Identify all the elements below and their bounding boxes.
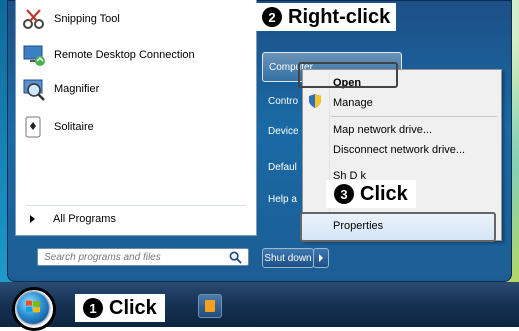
magnifier-icon <box>23 79 45 101</box>
callout-text: Click <box>109 296 157 319</box>
all-programs-button[interactable]: All Programs <box>30 213 116 225</box>
callout-step-1: 1 Click <box>75 294 165 322</box>
properties-label: Properties <box>333 220 384 232</box>
step-number: 2 <box>262 7 282 27</box>
program-solitaire[interactable]: Solitaire <box>22 112 250 142</box>
all-programs-label: All Programs <box>53 213 116 225</box>
search-placeholder: Search programs and files <box>44 251 161 263</box>
right-pane-label: Defaul <box>268 161 297 173</box>
taskbar-app-button[interactable] <box>198 294 222 318</box>
open-highlight-box <box>298 62 398 88</box>
program-snipping-tool[interactable]: Snipping Tool <box>22 4 250 34</box>
callout-step-3: 3 Click <box>326 180 416 208</box>
program-magnifier[interactable]: Magnifier <box>22 74 250 104</box>
program-label: Snipping Tool <box>54 13 120 25</box>
programs-pane: Snipping Tool Remote Desktop Connection … <box>15 0 257 236</box>
shutdown-button[interactable]: Shut down <box>262 248 314 268</box>
scissors-icon <box>23 9 44 29</box>
menu-item-map-drive[interactable]: Map network drive... <box>333 124 432 136</box>
program-label: Remote Desktop Connection <box>54 49 195 61</box>
program-remote-desktop[interactable]: Remote Desktop Connection <box>22 40 250 70</box>
callout-step-2: 2 Right-click <box>256 3 397 31</box>
program-label: Solitaire <box>54 121 94 133</box>
menu-item-manage[interactable]: Manage <box>333 97 373 109</box>
solitaire-icon <box>25 116 41 138</box>
arrow-right-icon <box>30 215 35 223</box>
divider <box>26 205 246 206</box>
callout-text: Right-click <box>288 5 391 28</box>
program-label: Magnifier <box>54 83 100 95</box>
right-pane-label: Device <box>268 125 299 137</box>
search-icon <box>229 251 242 264</box>
shield-icon <box>309 94 321 108</box>
shutdown-label: Shut down <box>264 252 312 264</box>
step-number: 3 <box>334 184 354 204</box>
right-pane-label: Help a <box>268 193 297 205</box>
right-pane-label: Contro <box>268 95 299 107</box>
search-input[interactable]: Search programs and files <box>37 248 249 266</box>
menu-item-properties[interactable]: Properties <box>300 212 496 242</box>
menu-item-disconnect-drive[interactable]: Disconnect network drive... <box>333 144 465 156</box>
windows-logo-icon <box>26 300 40 313</box>
callout-text: Click <box>360 182 408 205</box>
menu-divider <box>331 116 497 117</box>
shutdown-options-button[interactable] <box>313 248 329 268</box>
step-number: 1 <box>83 298 103 318</box>
remote-desktop-icon <box>23 45 45 66</box>
